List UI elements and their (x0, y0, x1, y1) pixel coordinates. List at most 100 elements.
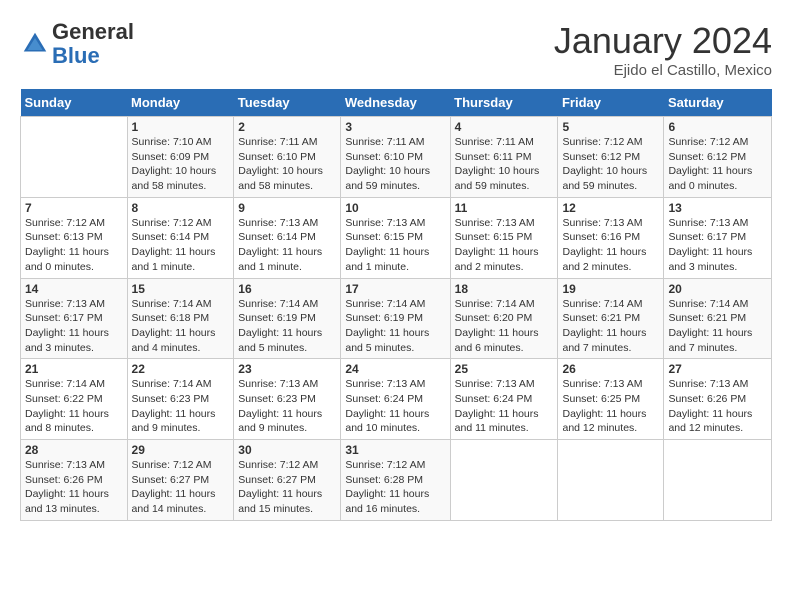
day-number: 21 (25, 362, 123, 376)
logo: General Blue (20, 20, 134, 68)
calendar-cell: 24Sunrise: 7:13 AMSunset: 6:24 PMDayligh… (341, 359, 450, 440)
day-number: 26 (562, 362, 659, 376)
calendar-cell: 8Sunrise: 7:12 AMSunset: 6:14 PMDaylight… (127, 197, 234, 278)
calendar-cell: 19Sunrise: 7:14 AMSunset: 6:21 PMDayligh… (558, 278, 664, 359)
calendar-cell: 4Sunrise: 7:11 AMSunset: 6:11 PMDaylight… (450, 117, 558, 198)
calendar-cell: 23Sunrise: 7:13 AMSunset: 6:23 PMDayligh… (234, 359, 341, 440)
day-info: Sunrise: 7:12 AMSunset: 6:27 PMDaylight:… (132, 458, 230, 517)
calendar-cell: 15Sunrise: 7:14 AMSunset: 6:18 PMDayligh… (127, 278, 234, 359)
calendar-cell: 21Sunrise: 7:14 AMSunset: 6:22 PMDayligh… (21, 359, 128, 440)
calendar-cell (450, 440, 558, 521)
calendar-week-row: 14Sunrise: 7:13 AMSunset: 6:17 PMDayligh… (21, 278, 772, 359)
day-number: 23 (238, 362, 336, 376)
day-number: 1 (132, 120, 230, 134)
day-number: 12 (562, 201, 659, 215)
calendar-cell: 26Sunrise: 7:13 AMSunset: 6:25 PMDayligh… (558, 359, 664, 440)
day-info: Sunrise: 7:12 AMSunset: 6:13 PMDaylight:… (25, 216, 123, 275)
day-info: Sunrise: 7:11 AMSunset: 6:10 PMDaylight:… (345, 135, 445, 194)
day-info: Sunrise: 7:14 AMSunset: 6:19 PMDaylight:… (345, 297, 445, 356)
weekday-header: Friday (558, 89, 664, 117)
weekday-header: Thursday (450, 89, 558, 117)
day-info: Sunrise: 7:12 AMSunset: 6:28 PMDaylight:… (345, 458, 445, 517)
weekday-header: Tuesday (234, 89, 341, 117)
day-info: Sunrise: 7:13 AMSunset: 6:15 PMDaylight:… (455, 216, 554, 275)
location-subtitle: Ejido el Castillo, Mexico (554, 62, 772, 79)
day-number: 8 (132, 201, 230, 215)
day-info: Sunrise: 7:12 AMSunset: 6:12 PMDaylight:… (668, 135, 767, 194)
day-info: Sunrise: 7:14 AMSunset: 6:21 PMDaylight:… (668, 297, 767, 356)
day-info: Sunrise: 7:13 AMSunset: 6:24 PMDaylight:… (455, 377, 554, 436)
calendar-cell: 31Sunrise: 7:12 AMSunset: 6:28 PMDayligh… (341, 440, 450, 521)
day-info: Sunrise: 7:13 AMSunset: 6:26 PMDaylight:… (668, 377, 767, 436)
weekday-header: Saturday (664, 89, 772, 117)
calendar-cell: 10Sunrise: 7:13 AMSunset: 6:15 PMDayligh… (341, 197, 450, 278)
day-info: Sunrise: 7:12 AMSunset: 6:14 PMDaylight:… (132, 216, 230, 275)
day-number: 30 (238, 443, 336, 457)
calendar-cell: 18Sunrise: 7:14 AMSunset: 6:20 PMDayligh… (450, 278, 558, 359)
calendar-cell: 5Sunrise: 7:12 AMSunset: 6:12 PMDaylight… (558, 117, 664, 198)
logo-icon (20, 29, 50, 59)
calendar-cell: 11Sunrise: 7:13 AMSunset: 6:15 PMDayligh… (450, 197, 558, 278)
day-number: 27 (668, 362, 767, 376)
calendar-cell: 14Sunrise: 7:13 AMSunset: 6:17 PMDayligh… (21, 278, 128, 359)
day-number: 10 (345, 201, 445, 215)
calendar-cell: 27Sunrise: 7:13 AMSunset: 6:26 PMDayligh… (664, 359, 772, 440)
month-title: January 2024 (554, 20, 772, 62)
day-number: 19 (562, 282, 659, 296)
calendar-table: SundayMondayTuesdayWednesdayThursdayFrid… (20, 89, 772, 521)
calendar-cell: 17Sunrise: 7:14 AMSunset: 6:19 PMDayligh… (341, 278, 450, 359)
calendar-cell: 6Sunrise: 7:12 AMSunset: 6:12 PMDaylight… (664, 117, 772, 198)
day-info: Sunrise: 7:13 AMSunset: 6:17 PMDaylight:… (668, 216, 767, 275)
day-info: Sunrise: 7:11 AMSunset: 6:11 PMDaylight:… (455, 135, 554, 194)
day-number: 16 (238, 282, 336, 296)
day-number: 28 (25, 443, 123, 457)
day-info: Sunrise: 7:14 AMSunset: 6:21 PMDaylight:… (562, 297, 659, 356)
calendar-cell: 3Sunrise: 7:11 AMSunset: 6:10 PMDaylight… (341, 117, 450, 198)
day-info: Sunrise: 7:13 AMSunset: 6:15 PMDaylight:… (345, 216, 445, 275)
calendar-cell: 2Sunrise: 7:11 AMSunset: 6:10 PMDaylight… (234, 117, 341, 198)
calendar-cell: 29Sunrise: 7:12 AMSunset: 6:27 PMDayligh… (127, 440, 234, 521)
day-number: 6 (668, 120, 767, 134)
weekday-header: Sunday (21, 89, 128, 117)
weekday-header: Wednesday (341, 89, 450, 117)
day-info: Sunrise: 7:13 AMSunset: 6:24 PMDaylight:… (345, 377, 445, 436)
day-number: 22 (132, 362, 230, 376)
title-area: January 2024 Ejido el Castillo, Mexico (554, 20, 772, 79)
day-number: 29 (132, 443, 230, 457)
calendar-cell: 1Sunrise: 7:10 AMSunset: 6:09 PMDaylight… (127, 117, 234, 198)
day-number: 2 (238, 120, 336, 134)
header: General Blue January 2024 Ejido el Casti… (20, 20, 772, 79)
calendar-cell: 12Sunrise: 7:13 AMSunset: 6:16 PMDayligh… (558, 197, 664, 278)
calendar-cell: 22Sunrise: 7:14 AMSunset: 6:23 PMDayligh… (127, 359, 234, 440)
page-container: General Blue January 2024 Ejido el Casti… (0, 0, 792, 531)
calendar-cell: 7Sunrise: 7:12 AMSunset: 6:13 PMDaylight… (21, 197, 128, 278)
calendar-cell: 16Sunrise: 7:14 AMSunset: 6:19 PMDayligh… (234, 278, 341, 359)
calendar-cell: 28Sunrise: 7:13 AMSunset: 6:26 PMDayligh… (21, 440, 128, 521)
day-number: 24 (345, 362, 445, 376)
calendar-cell: 13Sunrise: 7:13 AMSunset: 6:17 PMDayligh… (664, 197, 772, 278)
day-number: 9 (238, 201, 336, 215)
day-info: Sunrise: 7:13 AMSunset: 6:14 PMDaylight:… (238, 216, 336, 275)
day-number: 31 (345, 443, 445, 457)
day-info: Sunrise: 7:14 AMSunset: 6:18 PMDaylight:… (132, 297, 230, 356)
day-info: Sunrise: 7:14 AMSunset: 6:20 PMDaylight:… (455, 297, 554, 356)
weekday-header: Monday (127, 89, 234, 117)
day-number: 25 (455, 362, 554, 376)
weekday-header-row: SundayMondayTuesdayWednesdayThursdayFrid… (21, 89, 772, 117)
day-number: 11 (455, 201, 554, 215)
calendar-cell (664, 440, 772, 521)
calendar-cell (21, 117, 128, 198)
day-number: 14 (25, 282, 123, 296)
calendar-cell (558, 440, 664, 521)
calendar-cell: 25Sunrise: 7:13 AMSunset: 6:24 PMDayligh… (450, 359, 558, 440)
day-info: Sunrise: 7:10 AMSunset: 6:09 PMDaylight:… (132, 135, 230, 194)
day-number: 15 (132, 282, 230, 296)
calendar-week-row: 7Sunrise: 7:12 AMSunset: 6:13 PMDaylight… (21, 197, 772, 278)
day-info: Sunrise: 7:13 AMSunset: 6:25 PMDaylight:… (562, 377, 659, 436)
day-number: 4 (455, 120, 554, 134)
calendar-cell: 20Sunrise: 7:14 AMSunset: 6:21 PMDayligh… (664, 278, 772, 359)
day-number: 7 (25, 201, 123, 215)
day-info: Sunrise: 7:12 AMSunset: 6:12 PMDaylight:… (562, 135, 659, 194)
day-info: Sunrise: 7:11 AMSunset: 6:10 PMDaylight:… (238, 135, 336, 194)
calendar-week-row: 21Sunrise: 7:14 AMSunset: 6:22 PMDayligh… (21, 359, 772, 440)
